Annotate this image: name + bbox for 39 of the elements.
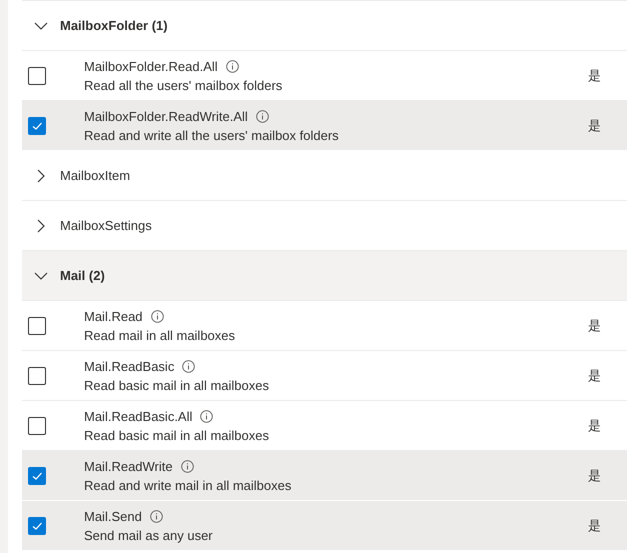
info-icon[interactable]	[150, 510, 163, 522]
permission-description: Read basic mail in all mailboxes	[84, 428, 270, 442]
permission-row[interactable]: Mail.ReadWrite Read and write mail in all mailboxes 是	[22, 451, 627, 501]
permission-name: MailboxFolder.ReadWrite.All	[84, 108, 248, 124]
admin-consent-value: 是	[588, 418, 601, 434]
admin-consent-value: 是	[588, 368, 601, 384]
checkbox[interactable]	[28, 416, 46, 434]
checkbox[interactable]	[28, 366, 46, 384]
permission-name: Mail.ReadBasic	[84, 358, 174, 374]
admin-consent-value: 是	[588, 68, 601, 84]
checkbox[interactable]	[28, 316, 46, 334]
permission-name: Mail.Send	[84, 508, 142, 524]
checkbox[interactable]	[28, 516, 46, 534]
admin-consent-value: 是	[588, 468, 601, 484]
permission-description: Read basic mail in all mailboxes	[84, 378, 270, 392]
permission-description: Read mail in all mailboxes	[84, 328, 236, 342]
group-header[interactable]: Mail (2)	[22, 251, 627, 301]
info-icon[interactable]	[200, 410, 214, 422]
permission-name: Mail.ReadWrite	[84, 458, 173, 474]
permission-description: Send mail as any user	[84, 528, 214, 542]
permission-description: Read and write mail in all mailboxes	[84, 478, 292, 492]
permission-name: Mail.ReadBasic.All	[84, 408, 192, 424]
permission-description: Read and write all the users' mailbox folders	[84, 128, 340, 142]
info-icon[interactable]	[182, 360, 196, 372]
permission-row[interactable]: Mail.Send Send mail as any user 是	[22, 501, 627, 551]
info-icon[interactable]	[150, 310, 164, 322]
checkbox[interactable]	[28, 466, 46, 484]
info-icon[interactable]	[256, 110, 269, 122]
checkbox[interactable]	[28, 66, 46, 84]
checkbox[interactable]	[28, 116, 46, 134]
permission-name: Mail.Read	[84, 308, 143, 324]
info-icon[interactable]	[180, 460, 194, 472]
permission-name: MailboxFolder.Read.All	[84, 58, 218, 74]
permission-row[interactable]: MailboxFolder.ReadWrite.All Read and write all the users' mailbox folders 是	[22, 101, 627, 151]
admin-consent-value: 是	[588, 118, 601, 134]
info-icon[interactable]	[226, 60, 239, 72]
admin-consent-value: 是	[588, 318, 601, 334]
permission-description: Read all the users' mailbox folders	[84, 78, 284, 92]
admin-consent-value: 是	[588, 518, 601, 534]
